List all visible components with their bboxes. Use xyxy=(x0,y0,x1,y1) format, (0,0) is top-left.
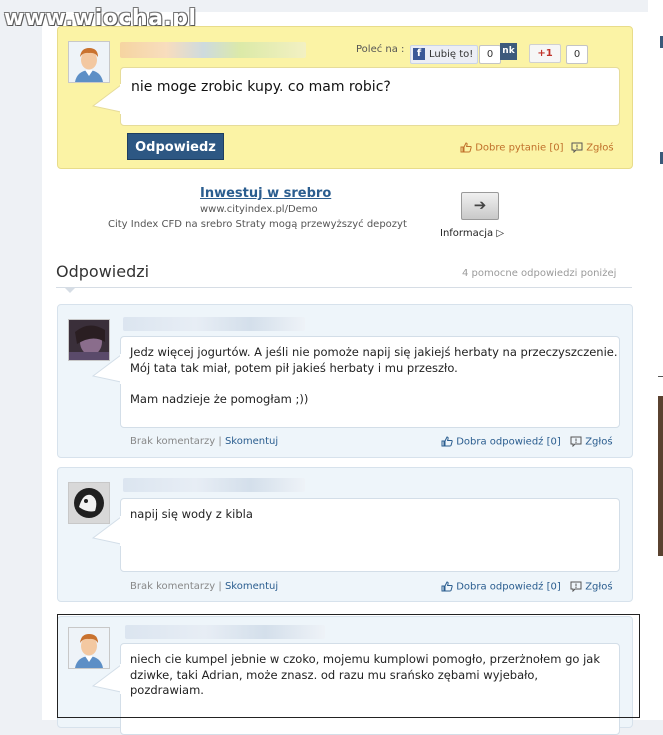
comment-link[interactable]: Skomentuj xyxy=(225,436,278,447)
comment-link[interactable]: Skomentuj xyxy=(225,581,278,592)
facebook-icon: f xyxy=(413,48,425,60)
report-answer-link[interactable]: Zgłoś xyxy=(570,436,613,448)
blurred-username xyxy=(123,317,305,331)
ad-info-link[interactable]: Informacja ▷ xyxy=(440,228,504,239)
report-icon xyxy=(570,581,582,592)
right-sidebar-edge xyxy=(648,0,663,720)
answer-card: napij się wody z kibla Brak komentarzy |… xyxy=(57,467,633,602)
divider-notch xyxy=(64,287,76,293)
answer-meta: Brak komentarzy | Skomentuj xyxy=(130,436,278,447)
report-label: Zgłoś xyxy=(585,581,613,593)
report-answer-link[interactable]: Zgłoś xyxy=(570,581,613,593)
ad-arrow-button[interactable]: ➔ xyxy=(461,192,499,220)
google-plus-count: 0 xyxy=(566,45,588,64)
divider xyxy=(56,287,632,288)
helpful-answers-count: 4 pomocne odpowiedzi poniżej xyxy=(462,268,617,279)
answer-bubble: napij się wody z kibla xyxy=(120,498,620,572)
ad-title-link[interactable]: Inwestuj w srebro xyxy=(200,186,331,201)
sidebar-divider xyxy=(658,376,663,377)
thumbs-up-icon xyxy=(441,581,453,592)
ad-info-label: Informacja xyxy=(440,228,494,239)
answer-text: Jedz więcej jogurtów. A jeśli nie pomoże… xyxy=(130,345,618,406)
speech-tail-icon xyxy=(92,516,122,546)
ad-description: City Index CFD na srebro Straty mogą prz… xyxy=(108,219,407,230)
reply-button[interactable]: Odpowiedz xyxy=(127,133,224,160)
question-author-avatar[interactable] xyxy=(68,41,110,83)
ad-url[interactable]: www.cityindex.pl/Demo xyxy=(200,204,318,215)
answers-heading: Odpowiedzi xyxy=(56,262,150,281)
report-icon xyxy=(571,142,583,153)
question-text: nie moge zrobic kupy. co mam robic? xyxy=(131,79,391,95)
arrow-right-icon: ➔ xyxy=(473,196,487,214)
good-question-link[interactable]: Dobre pytanie [0] xyxy=(460,142,564,154)
answer-card: Jedz więcej jogurtów. A jeśli nie pomoże… xyxy=(57,304,633,458)
facebook-like-label: Lubię to! xyxy=(429,49,474,60)
question-bubble: nie moge zrobic kupy. co mam robic? xyxy=(120,67,620,126)
facebook-like-count: 0 xyxy=(479,45,501,64)
facebook-like-button[interactable]: f Lubię to! xyxy=(410,45,479,64)
thumbs-up-icon xyxy=(460,142,472,153)
report-label: Zgłoś xyxy=(586,142,614,154)
answer-bubble: Jedz więcej jogurtów. A jeśli nie pomoże… xyxy=(120,336,620,428)
answer-text: napij się wody z kibla xyxy=(130,507,253,521)
good-answer-link[interactable]: Dobra odpowiedź [0] xyxy=(441,581,561,593)
report-label: Zgłoś xyxy=(585,436,613,448)
meta-separator: | xyxy=(218,436,222,447)
blurred-username xyxy=(123,478,305,492)
default-user-avatar-icon xyxy=(69,42,109,82)
meta-separator: | xyxy=(218,581,222,592)
good-answer-label: Dobra odpowiedź [0] xyxy=(456,436,561,448)
report-question-link[interactable]: Zgłoś xyxy=(571,142,614,154)
answer-meta: Brak komentarzy | Skomentuj xyxy=(130,581,278,592)
report-icon xyxy=(570,436,582,447)
speech-tail-icon xyxy=(92,354,122,384)
no-comments-label: Brak komentarzy xyxy=(130,581,216,592)
blurred-username xyxy=(120,42,306,58)
nk-share-button[interactable]: nk xyxy=(500,43,517,60)
speech-tail-icon xyxy=(92,84,122,114)
good-answer-link[interactable]: Dobra odpowiedź [0] xyxy=(441,436,561,448)
good-answer-label: Dobra odpowiedź [0] xyxy=(456,581,561,593)
thumbs-up-icon xyxy=(441,436,453,447)
highlight-frame xyxy=(57,614,640,718)
no-comments-label: Brak komentarzy xyxy=(130,436,216,447)
share-label: Poleć na : xyxy=(356,44,405,55)
play-triangle-icon: ▷ xyxy=(496,228,505,239)
sidebar-image[interactable] xyxy=(658,396,663,556)
google-plus-button[interactable]: +1 xyxy=(529,44,561,63)
google-plus-label: +1 xyxy=(537,48,553,59)
good-question-label: Dobre pytanie [0] xyxy=(475,142,564,154)
